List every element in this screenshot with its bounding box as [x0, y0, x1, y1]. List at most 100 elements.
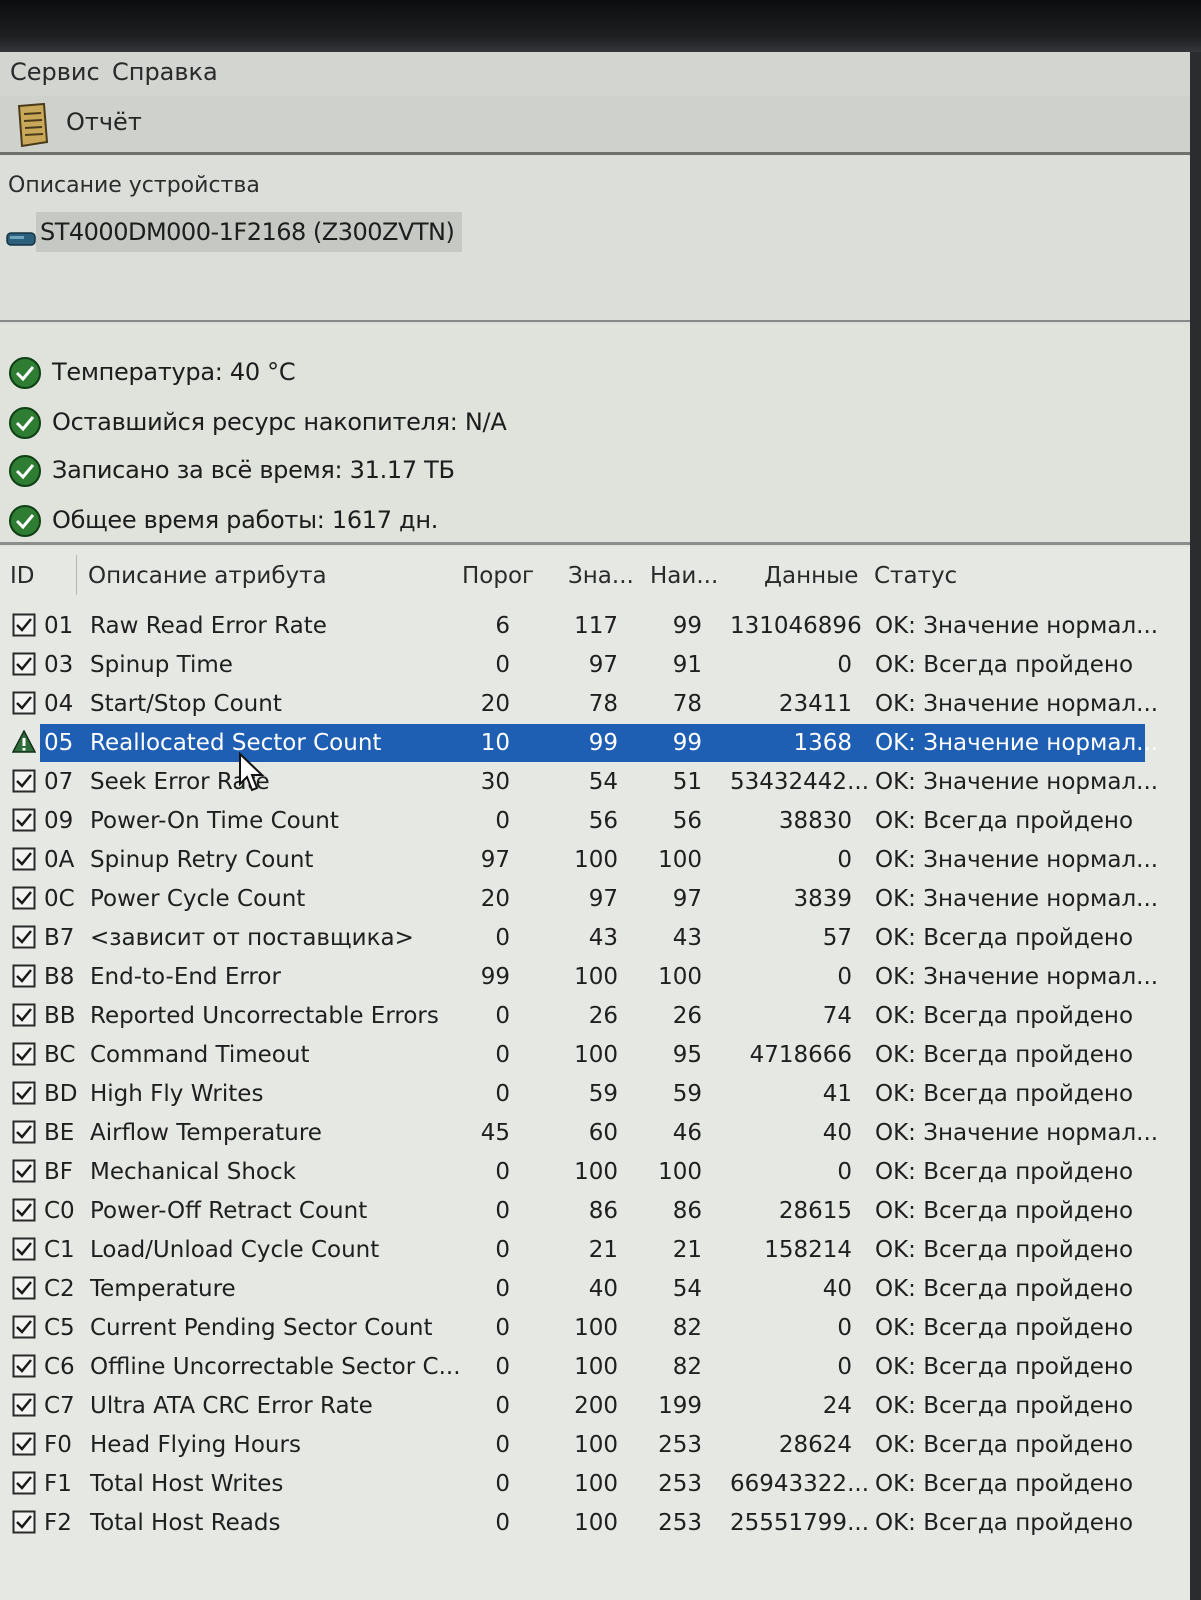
table-row[interactable]: 09 Power-On Time Count 0 56 56 38830 OK: Всегд… [0, 802, 1160, 841]
cell-threshold: 0 [495, 808, 510, 834]
cell-description: Command Timeout [90, 1042, 310, 1068]
checkbox-checked-icon[interactable] [12, 925, 36, 949]
cell-data: 0 [837, 652, 852, 678]
cell-threshold: 99 [480, 964, 510, 990]
report-icon[interactable] [14, 102, 52, 148]
cell-status: OK: Значение нормал... [875, 613, 1159, 639]
checkbox-checked-icon[interactable] [12, 1471, 36, 1495]
cell-status: OK: Значение нормал... [875, 964, 1159, 990]
cell-description: Current Pending Sector Count [90, 1315, 433, 1341]
table-row[interactable]: 05 Reallocated Sector Count 10 99 99 1368 OK: … [0, 724, 1160, 763]
checkbox-checked-icon[interactable] [12, 808, 36, 832]
cell-status: OK: Всегда пройдено [875, 1432, 1134, 1458]
smart-attributes-table: ID Описание атрибута Порог Зна... Наи...… [0, 547, 1190, 1600]
checkbox-checked-icon[interactable] [12, 1003, 36, 1027]
table-row[interactable]: 01 Raw Read Error Rate 6 117 99 131046896 OK: … [0, 607, 1160, 646]
checkbox-checked-icon[interactable] [12, 1393, 36, 1417]
header-data[interactable]: Данные [764, 563, 858, 589]
checkbox-checked-icon[interactable] [12, 1510, 36, 1534]
report-button-label[interactable]: Отчёт [66, 108, 142, 136]
table-row[interactable]: 0A Spinup Retry Count 97 100 100 0 OK: Значени… [0, 841, 1160, 880]
cell-threshold: 0 [495, 1432, 510, 1458]
table-row[interactable]: C0 Power-Off Retract Count 0 86 86 28615 OK: В… [0, 1192, 1160, 1231]
cell-data: 25551799... [730, 1510, 869, 1536]
header-value[interactable]: Зна... [568, 563, 634, 589]
cell-status: OK: Всегда пройдено [875, 925, 1134, 951]
checkbox-checked-icon[interactable] [12, 769, 36, 793]
table-row[interactable]: F0 Head Flying Hours 0 100 253 28624 OK: Всегд… [0, 1426, 1160, 1465]
cell-description: Power-On Time Count [90, 808, 339, 834]
table-row[interactable]: B7 <зависит от поставщика> 0 43 43 57 OK: Всег… [0, 919, 1160, 958]
table-row[interactable]: BC Command Timeout 0 100 95 4718666 OK: Всегда… [0, 1036, 1160, 1075]
cell-worst: 95 [672, 1042, 702, 1068]
table-row[interactable]: C6 Offline Uncorrectable Sector C... 0 100 8… [0, 1348, 1160, 1387]
table-row[interactable]: 04 Start/Stop Count 20 78 78 23411 OK: Значени… [0, 685, 1160, 724]
checkbox-checked-icon[interactable] [12, 1354, 36, 1378]
header-description[interactable]: Описание атрибута [88, 563, 327, 589]
menu-service[interactable]: Сервис [10, 58, 100, 86]
table-row[interactable]: 0C Power Cycle Count 20 97 97 3839 OK: Значени… [0, 880, 1160, 919]
cell-description: Raw Read Error Rate [90, 613, 327, 639]
cell-id: BF [44, 1159, 74, 1185]
table-row[interactable]: BB Reported Uncorrectable Errors 0 26 26 74 OK… [0, 997, 1160, 1036]
cell-id: BB [44, 1003, 76, 1029]
header-worst[interactable]: Наи... [650, 563, 718, 589]
cell-description: Total Host Writes [90, 1471, 284, 1497]
checkbox-checked-icon[interactable] [12, 1432, 36, 1456]
table-row[interactable]: BF Mechanical Shock 0 100 100 0 OK: Всегда про… [0, 1153, 1160, 1192]
table-row[interactable]: F1 Total Host Writes 0 100 253 66943322... OK:… [0, 1465, 1160, 1504]
checkbox-checked-icon[interactable] [12, 1120, 36, 1144]
table-row[interactable]: B8 End-to-End Error 99 100 100 0 OK: Значение … [0, 958, 1160, 997]
checkbox-checked-icon[interactable] [12, 1198, 36, 1222]
checkbox-checked-icon[interactable] [12, 691, 36, 715]
cell-status: OK: Всегда пройдено [875, 1354, 1134, 1380]
cell-description: <зависит от поставщика> [90, 925, 414, 951]
cell-worst: 100 [658, 1159, 702, 1185]
cell-description: Head Flying Hours [90, 1432, 301, 1458]
table-row[interactable]: 07 Seek Error Rate 30 54 51 53432442... OK: Зн… [0, 763, 1160, 802]
checkbox-checked-icon[interactable] [12, 1081, 36, 1105]
header-threshold[interactable]: Порог [462, 563, 534, 589]
checkbox-checked-icon[interactable] [12, 1159, 36, 1183]
table-row[interactable]: BE Airflow Temperature 45 60 46 40 OK: Значени… [0, 1114, 1160, 1153]
checkbox-checked-icon[interactable] [12, 613, 36, 637]
cell-description: End-to-End Error [90, 964, 281, 990]
table-row[interactable]: C2 Temperature 0 40 54 40 OK: Всегда пройдено [0, 1270, 1160, 1309]
device-name[interactable]: ST4000DM000-1F2168 (Z300ZVTN) [36, 212, 463, 252]
cell-value: 60 [588, 1120, 618, 1146]
cell-worst: 46 [672, 1120, 702, 1146]
cell-id: BC [44, 1042, 76, 1068]
cell-id: 04 [44, 691, 74, 717]
cell-description: Reported Uncorrectable Errors [90, 1003, 439, 1029]
checkbox-checked-icon[interactable] [12, 886, 36, 910]
table-row[interactable]: C1 Load/Unload Cycle Count 0 21 21 158214 OK: … [0, 1231, 1160, 1270]
header-id[interactable]: ID [10, 563, 35, 589]
checkbox-checked-icon[interactable] [12, 847, 36, 871]
checkbox-checked-icon[interactable] [12, 1042, 36, 1066]
cell-threshold: 97 [480, 847, 510, 873]
table-row[interactable]: 03 Spinup Time 0 97 91 0 OK: Всегда пройдено [0, 646, 1160, 685]
table-row[interactable]: BD High Fly Writes 0 59 59 41 OK: Всегда пройд… [0, 1075, 1160, 1114]
cell-value: 100 [574, 1042, 618, 1068]
checkbox-checked-icon[interactable] [12, 652, 36, 676]
cell-description: Power Cycle Count [90, 886, 306, 912]
cell-value: 117 [574, 613, 618, 639]
cell-data: 57 [822, 925, 852, 951]
cell-data: 23411 [778, 691, 852, 717]
table-row[interactable]: C7 Ultra ATA CRC Error Rate 0 200 199 24 OK: В… [0, 1387, 1160, 1426]
table-row[interactable]: C5 Current Pending Sector Count 0 100 82 0 OK:… [0, 1309, 1160, 1348]
cell-status: OK: Всегда пройдено [875, 1510, 1134, 1536]
cell-description: Total Host Reads [90, 1510, 281, 1536]
cell-value: 200 [574, 1393, 618, 1419]
checkbox-checked-icon[interactable] [12, 1237, 36, 1261]
cell-data: 3839 [793, 886, 852, 912]
checkbox-checked-icon[interactable] [12, 964, 36, 988]
cell-value: 78 [588, 691, 618, 717]
cell-data: 0 [837, 964, 852, 990]
header-status[interactable]: Статус [874, 563, 957, 589]
table-row[interactable]: F2 Total Host Reads 0 100 253 25551799... OK: … [0, 1504, 1160, 1543]
cell-value: 99 [588, 730, 618, 756]
checkbox-checked-icon[interactable] [12, 1276, 36, 1300]
checkbox-checked-icon[interactable] [12, 1315, 36, 1339]
menu-help[interactable]: Справка [112, 58, 218, 86]
